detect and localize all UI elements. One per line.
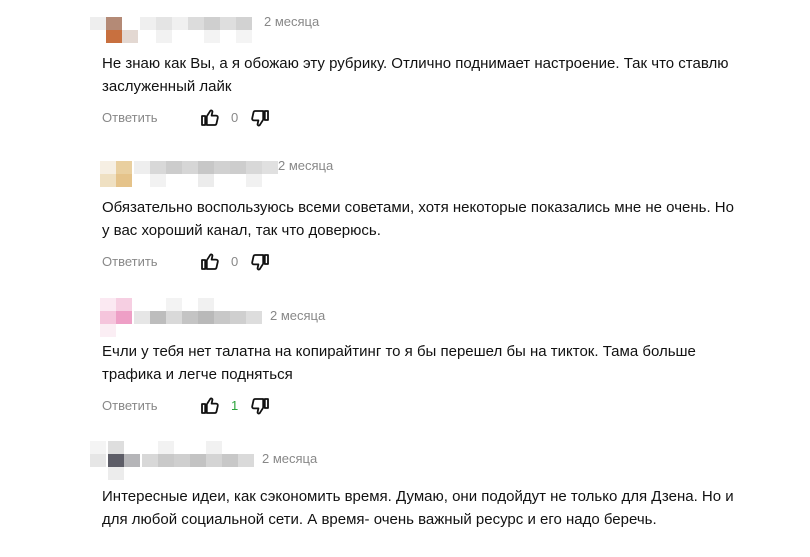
like-count: 1: [231, 398, 239, 413]
thumbs-up-icon[interactable]: [200, 252, 220, 272]
comment-text: Ечли у тебя нет талатна на копирайтинг т…: [102, 343, 696, 383]
blurred-author-info: [90, 10, 290, 50]
comment-text: Обязательно воспользуюсь всеми советами,…: [102, 199, 734, 239]
comment: 2 месяца Не знаю как Вы, а я обожаю эту …: [0, 10, 810, 135]
comment-text: Не знаю как Вы, а я обожаю эту рубрику. …: [102, 55, 729, 95]
reply-button[interactable]: Ответить: [102, 398, 158, 413]
thumbs-down-icon[interactable]: [250, 252, 270, 272]
like-count: 0: [231, 110, 239, 125]
thumbs-down-icon[interactable]: [250, 108, 270, 128]
comment-header: 2 месяца: [90, 10, 490, 50]
reply-button[interactable]: Ответить: [102, 110, 158, 125]
blurred-author-info: [90, 441, 290, 481]
comment: 2 месяца Интересные идеи, как сэкономить…: [0, 441, 810, 557]
blurred-author-info: [100, 154, 300, 194]
comment: 2 месяца Ечли у тебя нет талатна на копи…: [0, 298, 810, 423]
comment-date: 2 месяца: [270, 308, 326, 323]
comment-header: 2 месяца: [100, 298, 500, 338]
comment-date: 2 месяца: [262, 451, 318, 466]
comment-header: 2 месяца: [90, 441, 490, 481]
comment-date: 2 месяца: [264, 14, 320, 29]
comment-header: 2 месяца: [100, 154, 500, 194]
thumbs-down-icon[interactable]: [250, 396, 270, 416]
comment-date: 2 месяца: [278, 158, 334, 173]
reply-button[interactable]: Ответить: [102, 254, 158, 269]
comment-text: Интересные идеи, как сэкономить время. Д…: [102, 488, 734, 528]
thumbs-up-icon[interactable]: [200, 108, 220, 128]
like-count: 0: [231, 254, 239, 269]
comment: 2 месяца Обязательно воспользуюсь всеми …: [0, 154, 810, 279]
thumbs-up-icon[interactable]: [200, 396, 220, 416]
